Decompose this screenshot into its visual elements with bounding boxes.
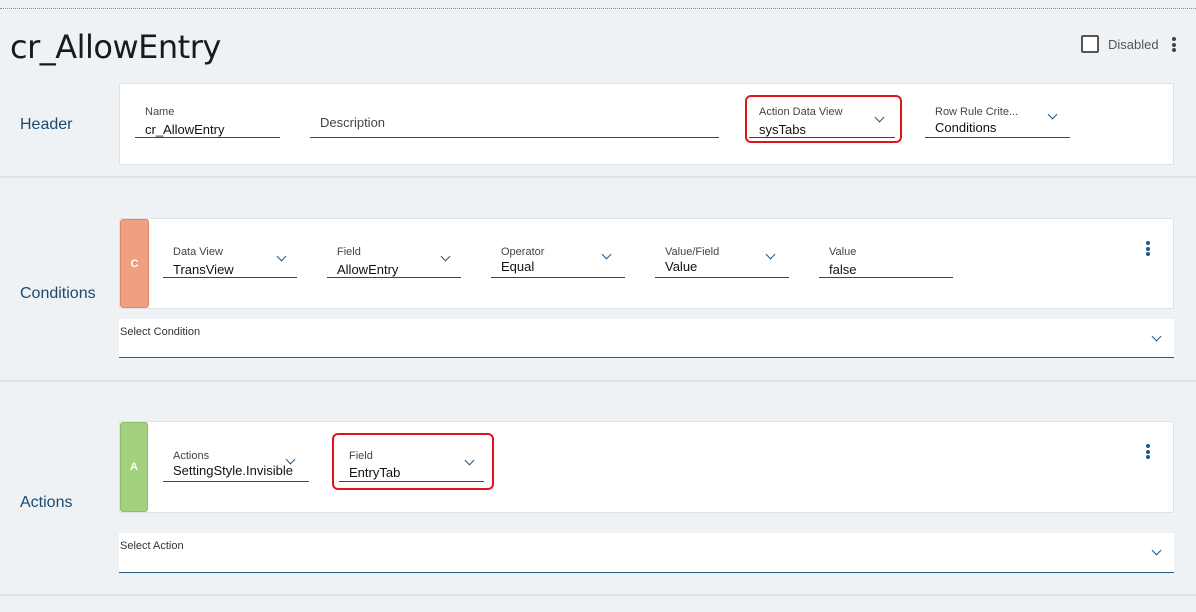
select-action-dropdown[interactable]: Select Action [119,533,1174,573]
action-data-view-dropdown[interactable]: Action Data View sysTabs [749,104,895,138]
action-badge: A [120,422,148,512]
condition-value-field-dropdown[interactable]: Value/Field Value [655,244,789,278]
top-dotted-rule [0,8,1196,9]
name-field[interactable]: Name cr_AllowEntry [135,104,280,138]
section-divider [0,594,1196,596]
section-divider [0,380,1196,382]
disabled-checkbox[interactable] [1081,35,1099,53]
row-rule-criteria-dropdown[interactable]: Row Rule Crite... Conditions [925,104,1070,138]
value-value: false [829,262,857,277]
chevron-down-icon [1047,109,1058,120]
value-field-value: Value [665,259,698,274]
action-data-view-value: sysTabs [759,122,806,137]
disabled-toggle[interactable]: Disabled [1081,34,1159,54]
actions-value: SettingStyle.Invisible [173,463,293,478]
action-field-label: Field [349,450,373,462]
page-more-icon[interactable] [1171,37,1177,52]
chevron-down-icon [765,249,776,260]
data-view-value: TransView [173,262,234,277]
action-data-view-label: Action Data View [759,106,843,118]
chevron-down-icon [440,251,451,262]
description-field[interactable]: Description [310,104,719,138]
value-label: Value [829,246,857,258]
name-value: cr_AllowEntry [145,122,225,137]
chevron-down-icon [874,112,885,123]
condition-operator-dropdown[interactable]: Operator Equal [491,244,625,278]
select-condition-label: Select Condition [120,326,201,338]
action-field-value: EntryTab [349,465,401,480]
condition-data-view-dropdown[interactable]: Data View TransView [163,244,297,278]
select-condition-dropdown[interactable]: Select Condition [119,319,1174,358]
chevron-down-icon [464,455,475,466]
condition-more-icon[interactable] [1145,241,1151,256]
name-label: Name [145,106,175,118]
field-label: Field [337,246,361,258]
section-divider [0,176,1196,178]
action-type-dropdown[interactable]: Actions SettingStyle.Invisible [163,448,309,482]
row-rule-criteria-value: Conditions [935,120,997,135]
operator-value: Equal [501,259,535,274]
description-placeholder: Description [320,115,386,130]
condition-value-input[interactable]: Value false [819,244,953,278]
data-view-label: Data View [173,246,223,258]
action-more-icon[interactable] [1145,444,1151,459]
condition-field-dropdown[interactable]: Field AllowEntry [327,244,461,278]
page-title: cr_AllowEntry [10,28,221,66]
chevron-down-icon [1151,545,1162,556]
chevron-down-icon [601,249,612,260]
condition-badge: C [120,219,149,308]
chevron-down-icon [1151,331,1162,342]
field-value: AllowEntry [337,262,399,277]
actions-section-label: Actions [20,494,73,511]
chevron-down-icon [276,251,287,262]
action-field-dropdown[interactable]: Field EntryTab [339,448,484,482]
value-field-label: Value/Field [665,246,720,258]
select-action-label: Select Action [120,540,184,552]
row-rule-criteria-label: Row Rule Crite... [935,106,1019,118]
disabled-label: Disabled [1108,36,1159,52]
actions-label: Actions [173,450,210,462]
operator-label: Operator [501,246,545,258]
conditions-section-label: Conditions [20,285,96,302]
header-section-label: Header [20,116,73,133]
